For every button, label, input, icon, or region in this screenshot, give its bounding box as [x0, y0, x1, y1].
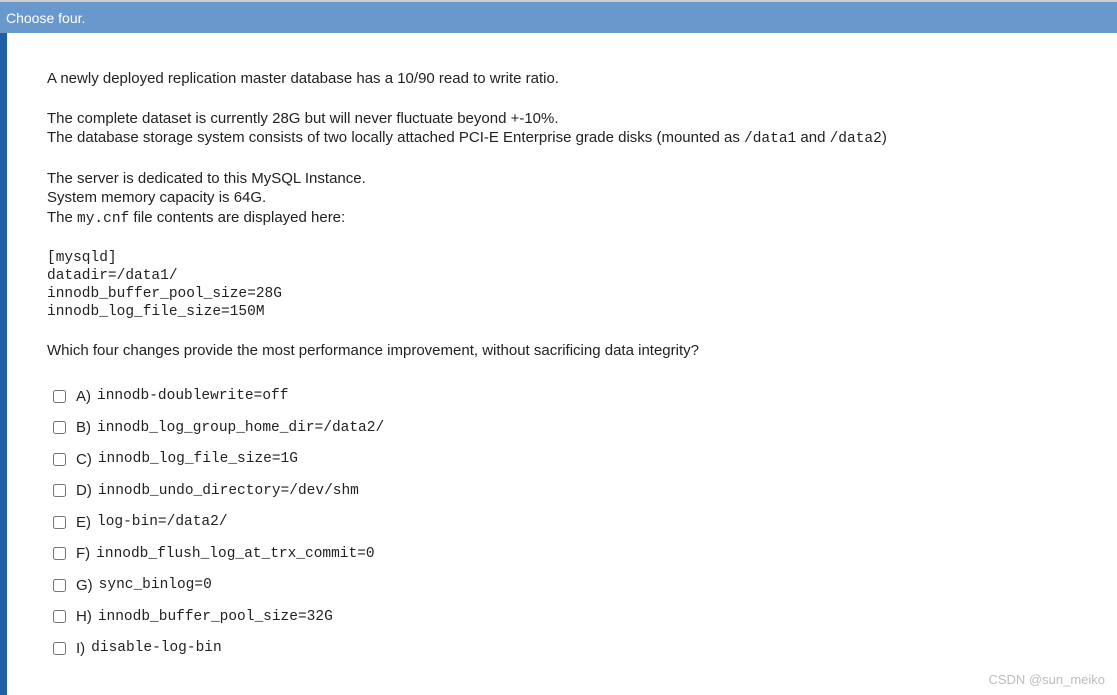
choice-c-letter: C) [76, 450, 92, 470]
choice-e-text: log-bin=/data2/ [97, 513, 228, 532]
choice-b-letter: B) [76, 418, 91, 438]
choice-i-letter: I) [76, 639, 85, 659]
para1-text: A newly deployed replication master data… [47, 69, 1077, 89]
choice-g[interactable]: G) sync_binlog=0 [53, 576, 1077, 596]
para3c-post: file contents are displayed here: [129, 209, 345, 226]
choice-i[interactable]: I) disable-log-bin [53, 639, 1077, 659]
paragraph-3: The server is dedicated to this MySQL In… [47, 169, 1077, 229]
choice-h-text: innodb_buffer_pool_size=32G [98, 608, 333, 627]
para3c-text: The my.cnf file contents are displayed h… [47, 208, 1077, 229]
choice-f[interactable]: F) innodb_flush_log_at_trx_commit=0 [53, 544, 1077, 564]
choice-i-text: disable-log-bin [91, 639, 222, 658]
choice-e[interactable]: E) log-bin=/data2/ [53, 513, 1077, 533]
checkbox-g[interactable] [53, 579, 66, 592]
para3a-text: The server is dedicated to this MySQL In… [47, 169, 1077, 189]
config-line-1: [mysqld] [47, 249, 1077, 267]
checkbox-d[interactable] [53, 484, 66, 497]
question-body: A newly deployed replication master data… [7, 33, 1117, 695]
choice-b-text: innodb_log_group_home_dir=/data2/ [97, 419, 384, 438]
code-mycnf: my.cnf [77, 211, 129, 227]
content-wrap: A newly deployed replication master data… [0, 33, 1117, 695]
checkbox-a[interactable] [53, 390, 66, 403]
para3b-text: System memory capacity is 64G. [47, 188, 1077, 208]
config-line-4: innodb_log_file_size=150M [47, 303, 1077, 321]
checkbox-f[interactable] [53, 547, 66, 560]
para2b-mid: and [796, 129, 829, 146]
choice-d-text: innodb_undo_directory=/dev/shm [98, 482, 359, 501]
checkbox-h[interactable] [53, 610, 66, 623]
watermark: CSDN @sun_meiko [988, 672, 1105, 687]
question-text: Which four changes provide the most perf… [47, 341, 1077, 361]
choice-d[interactable]: D) innodb_undo_directory=/dev/shm [53, 481, 1077, 501]
para2a-text: The complete dataset is currently 28G bu… [47, 109, 1077, 129]
choice-e-letter: E) [76, 513, 91, 533]
config-line-3: innodb_buffer_pool_size=28G [47, 285, 1077, 303]
checkbox-e[interactable] [53, 516, 66, 529]
para2b-text: The database storage system consists of … [47, 128, 1077, 149]
choice-a-letter: A) [76, 387, 91, 407]
para2b-post: ) [882, 129, 887, 146]
instruction-bar: Choose four. [0, 0, 1117, 33]
checkbox-b[interactable] [53, 421, 66, 434]
config-block: [mysqld] datadir=/data1/ innodb_buffer_p… [47, 249, 1077, 322]
config-line-2: datadir=/data1/ [47, 267, 1077, 285]
paragraph-1: A newly deployed replication master data… [47, 69, 1077, 89]
paragraph-2: The complete dataset is currently 28G bu… [47, 109, 1077, 149]
choice-f-letter: F) [76, 544, 90, 564]
choice-d-letter: D) [76, 481, 92, 501]
side-stripe [0, 33, 7, 695]
checkbox-c[interactable] [53, 453, 66, 466]
para2b-pre: The database storage system consists of … [47, 129, 744, 146]
choice-g-text: sync_binlog=0 [99, 576, 212, 595]
choices-list: A) innodb-doublewrite=off B) innodb_log_… [47, 387, 1077, 659]
para3c-pre: The [47, 209, 77, 226]
choice-c-text: innodb_log_file_size=1G [98, 450, 298, 469]
choice-g-letter: G) [76, 576, 93, 596]
code-data2: /data2 [830, 131, 882, 147]
checkbox-i[interactable] [53, 642, 66, 655]
choice-a-text: innodb-doublewrite=off [97, 387, 288, 406]
choice-f-text: innodb_flush_log_at_trx_commit=0 [96, 545, 374, 564]
choice-a[interactable]: A) innodb-doublewrite=off [53, 387, 1077, 407]
choice-h[interactable]: H) innodb_buffer_pool_size=32G [53, 607, 1077, 627]
code-data1: /data1 [744, 131, 796, 147]
choice-h-letter: H) [76, 607, 92, 627]
instruction-text: Choose four. [6, 10, 85, 26]
choice-c[interactable]: C) innodb_log_file_size=1G [53, 450, 1077, 470]
choice-b[interactable]: B) innodb_log_group_home_dir=/data2/ [53, 418, 1077, 438]
